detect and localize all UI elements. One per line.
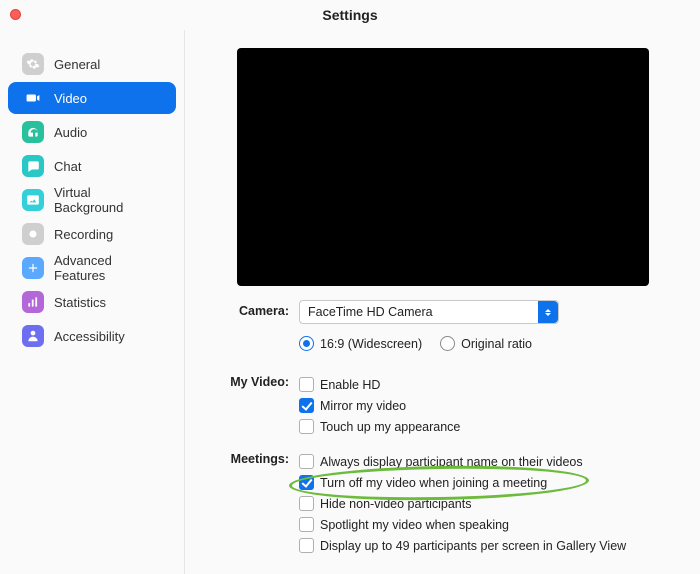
sidebar-item-label: Audio [54, 125, 87, 140]
gallery-49-label: Display up to 49 participants per screen… [320, 539, 626, 553]
sidebar-item-label: Advanced Features [54, 253, 162, 283]
checkbox-icon [299, 517, 314, 532]
sidebar: General Video Audio Chat Virtual Background R… [0, 30, 185, 574]
close-window-button[interactable] [10, 9, 21, 20]
enable-hd-checkbox[interactable]: Enable HD [299, 377, 676, 392]
sidebar-item-general[interactable]: General [8, 48, 176, 80]
image-icon [22, 189, 44, 211]
checkbox-icon [299, 496, 314, 511]
sidebar-item-accessibility[interactable]: Accessibility [8, 320, 176, 352]
sidebar-item-label: Statistics [54, 295, 106, 310]
window-title: Settings [322, 7, 377, 23]
chat-icon [22, 155, 44, 177]
camera-row: Camera: FaceTime HD Camera 16:9 (Widescr… [209, 300, 676, 363]
window-controls [10, 9, 57, 20]
video-icon [22, 87, 44, 109]
video-preview [237, 48, 649, 286]
checkbox-icon [299, 419, 314, 434]
aspect-ratio-original-label: Original ratio [461, 337, 532, 351]
hide-non-video-checkbox[interactable]: Hide non-video participants [299, 496, 676, 511]
touch-up-checkbox[interactable]: Touch up my appearance [299, 419, 676, 434]
dropdown-chevron-icon [538, 301, 558, 323]
person-icon [22, 325, 44, 347]
checkbox-icon [299, 398, 314, 413]
settings-window: Settings General Video Audio Chat Virtual Ba… [0, 0, 700, 574]
sidebar-item-label: Recording [54, 227, 113, 242]
sidebar-item-chat[interactable]: Chat [8, 150, 176, 182]
video-settings-panel: Camera: FaceTime HD Camera 16:9 (Widescr… [185, 30, 700, 574]
hide-non-video-label: Hide non-video participants [320, 497, 471, 511]
headphones-icon [22, 121, 44, 143]
turn-off-video-on-join-checkbox[interactable]: Turn off my video when joining a meeting [299, 475, 676, 490]
gallery-49-checkbox[interactable]: Display up to 49 participants per screen… [299, 538, 676, 553]
checkbox-icon [299, 454, 314, 469]
sidebar-item-statistics[interactable]: Statistics [8, 286, 176, 318]
radio-icon [299, 336, 314, 351]
bars-icon [22, 291, 44, 313]
show-participant-name-label: Always display participant name on their… [320, 455, 583, 469]
gear-icon [22, 53, 44, 75]
camera-label: Camera: [209, 300, 299, 318]
checkbox-icon [299, 377, 314, 392]
spotlight-label: Spotlight my video when speaking [320, 518, 509, 532]
turn-off-video-on-join-label: Turn off my video when joining a meeting [320, 476, 547, 490]
meetings-row: Meetings: Always display participant nam… [209, 448, 676, 559]
camera-select-value: FaceTime HD Camera [308, 305, 433, 319]
meetings-label: Meetings: [209, 448, 299, 466]
sidebar-item-label: Video [54, 91, 87, 106]
spotlight-checkbox[interactable]: Spotlight my video when speaking [299, 517, 676, 532]
mirror-video-checkbox[interactable]: Mirror my video [299, 398, 676, 413]
mirror-video-label: Mirror my video [320, 399, 406, 413]
sidebar-item-label: General [54, 57, 100, 72]
record-icon [22, 223, 44, 245]
aspect-ratio-wide[interactable]: 16:9 (Widescreen) [299, 336, 422, 351]
sidebar-item-label: Chat [54, 159, 81, 174]
sidebar-item-recording[interactable]: Recording [8, 218, 176, 250]
sidebar-item-video[interactable]: Video [8, 82, 176, 114]
titlebar: Settings [0, 0, 700, 30]
camera-select[interactable]: FaceTime HD Camera [299, 300, 559, 324]
sidebar-item-audio[interactable]: Audio [8, 116, 176, 148]
plus-icon [22, 257, 44, 279]
checkbox-icon [299, 475, 314, 490]
sidebar-item-virtual-background[interactable]: Virtual Background [8, 184, 176, 216]
window-body: General Video Audio Chat Virtual Background R… [0, 30, 700, 574]
enable-hd-label: Enable HD [320, 378, 380, 392]
aspect-ratio-group: 16:9 (Widescreen) Original ratio [299, 330, 676, 357]
radio-icon [440, 336, 455, 351]
touch-up-label: Touch up my appearance [320, 420, 460, 434]
sidebar-item-label: Virtual Background [54, 185, 162, 215]
my-video-label: My Video: [209, 371, 299, 389]
aspect-ratio-original[interactable]: Original ratio [440, 336, 532, 351]
aspect-ratio-wide-label: 16:9 (Widescreen) [320, 337, 422, 351]
checkbox-icon [299, 538, 314, 553]
sidebar-item-advanced-features[interactable]: Advanced Features [8, 252, 176, 284]
show-participant-name-checkbox[interactable]: Always display participant name on their… [299, 454, 676, 469]
sidebar-item-label: Accessibility [54, 329, 125, 344]
my-video-row: My Video: Enable HD Mirror my video Touc… [209, 371, 676, 440]
